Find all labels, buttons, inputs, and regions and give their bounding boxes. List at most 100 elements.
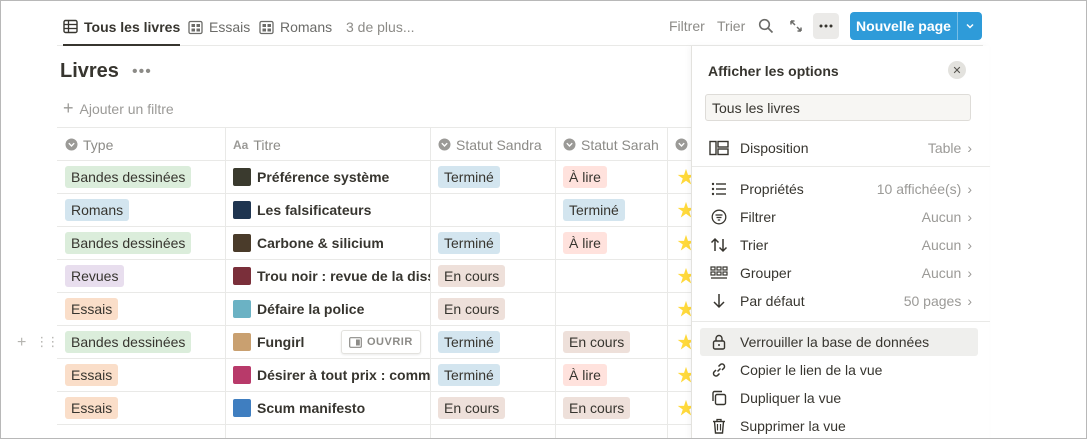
table-row[interactable]: Essais Scum manifesto En cours En cours: [57, 392, 697, 425]
table-row[interactable]: Bandes dessinées Préférence système Termin…: [57, 161, 697, 194]
select-property-icon: [65, 138, 78, 151]
book-cover-icon: [233, 168, 251, 186]
status-tag: En cours: [438, 298, 506, 320]
chevron-right-icon: ›: [967, 265, 972, 281]
new-page-dropdown[interactable]: [958, 12, 982, 40]
type-cell[interactable]: Essais: [65, 359, 223, 391]
option-label: Par défaut: [740, 293, 805, 309]
view-name-input[interactable]: [705, 94, 971, 121]
search-button[interactable]: [753, 13, 779, 39]
type-cell[interactable]: Romans: [65, 194, 223, 226]
select-property-icon: [438, 138, 451, 151]
title-cell[interactable]: Trou noir : revue de la dissidence: [225, 260, 430, 292]
type-tag: Revues: [65, 265, 125, 287]
new-page-button[interactable]: Nouvelle page: [850, 12, 982, 40]
action-lock[interactable]: Verrouiller la base de données: [700, 328, 978, 356]
text-property-icon: Aa: [233, 137, 249, 152]
title-cell[interactable]: Scum manifesto: [225, 392, 430, 424]
status-sandra-cell[interactable]: [438, 194, 553, 226]
tab-tous-les-livres[interactable]: Tous les livres: [63, 9, 181, 46]
add-row-icon[interactable]: +: [17, 334, 26, 352]
status-sarah-cell[interactable]: En cours: [563, 392, 665, 424]
drag-handle-icon[interactable]: ⋮⋮: [35, 334, 59, 352]
close-panel-button[interactable]: ✕: [948, 61, 966, 79]
tab-label: Tous les livres: [84, 18, 181, 35]
action-label: Copier le lien de la vue: [740, 362, 883, 378]
title-cell[interactable]: Préférence système: [225, 161, 430, 193]
status-sandra-cell[interactable]: En cours: [438, 260, 553, 292]
more-views-link[interactable]: 3 de plus...: [346, 9, 415, 45]
add-filter-button[interactable]: + Ajouter un filtre: [63, 98, 174, 119]
status-sarah-cell[interactable]: En cours: [563, 326, 665, 358]
status-tag: À lire: [563, 364, 607, 386]
filter-icon: [708, 206, 730, 228]
title-cell[interactable]: Désirer à tout prix : comment: [225, 359, 430, 391]
option-par-défaut[interactable]: Par défaut 50 pages ›: [700, 287, 978, 315]
option-value: Table: [927, 140, 962, 156]
chevron-down-icon: [966, 23, 974, 29]
option-value: Aucun: [921, 209, 962, 225]
action-link[interactable]: Copier le lien de la vue: [700, 356, 978, 384]
table-row[interactable]: Romans Les falsificateurs Terminé: [57, 194, 697, 227]
status-sarah-cell[interactable]: À lire: [563, 359, 665, 391]
status-tag: À lire: [563, 166, 607, 188]
book-cover-icon: [233, 399, 251, 417]
table-row[interactable]: Bandes dessinées Carbone & silicium Termin…: [57, 227, 697, 260]
book-title: Préférence système: [257, 169, 390, 185]
table-row[interactable]: Bandes dessinées Fungirl Terminé En cours OU…: [57, 326, 697, 359]
expand-button[interactable]: [783, 13, 809, 39]
status-sandra-cell[interactable]: En cours: [438, 392, 553, 424]
type-cell[interactable]: Essais: [65, 392, 223, 424]
sort-button[interactable]: Trier: [717, 9, 745, 43]
filter-button[interactable]: Filtrer: [669, 9, 705, 43]
status-tag: En cours: [438, 397, 506, 419]
action-duplicate[interactable]: Dupliquer la vue: [700, 384, 978, 412]
book-cover-icon: [233, 366, 251, 384]
title-options-icon[interactable]: •••: [132, 63, 152, 81]
option-trier[interactable]: Trier Aucun ›: [700, 231, 978, 259]
tab-essais[interactable]: Essais: [188, 9, 250, 45]
status-sandra-cell[interactable]: En cours: [438, 293, 553, 325]
status-sarah-cell[interactable]: [563, 293, 665, 325]
type-cell[interactable]: Essais: [65, 293, 223, 325]
option-grouper[interactable]: Grouper Aucun ›: [700, 259, 978, 287]
open-label: OUVRIR: [367, 336, 413, 348]
title-cell[interactable]: Carbone & silicium: [225, 227, 430, 259]
tab-romans[interactable]: Romans: [259, 9, 332, 45]
book-title: Les falsificateurs: [257, 202, 372, 218]
status-sarah-cell[interactable]: Terminé: [563, 194, 665, 226]
status-sarah-cell[interactable]: À lire: [563, 161, 665, 193]
column-titre[interactable]: Aa Titre: [225, 128, 430, 161]
status-sandra-cell[interactable]: Terminé: [438, 227, 553, 259]
title-cell[interactable]: Défaire la police: [225, 293, 430, 325]
book-title: Carbone & silicium: [257, 235, 384, 251]
open-page-button[interactable]: OUVRIR: [341, 330, 421, 354]
database-title[interactable]: Livres: [60, 60, 119, 83]
status-tag: Terminé: [438, 166, 500, 188]
column-statut-sandra[interactable]: Statut Sandra: [430, 128, 555, 161]
arrow-down-icon: [708, 290, 730, 312]
type-cell[interactable]: Bandes dessinées: [65, 227, 223, 259]
type-tag: Bandes dessinées: [65, 166, 192, 188]
option-propriétés[interactable]: Propriétés 10 affichée(s) ›: [700, 175, 978, 203]
status-sarah-cell[interactable]: [563, 260, 665, 292]
option-filtrer[interactable]: Filtrer Aucun ›: [700, 203, 978, 231]
table-row[interactable]: Revues Trou noir : revue de la dissidence…: [57, 260, 697, 293]
status-sandra-cell[interactable]: Terminé: [438, 161, 553, 193]
title-cell[interactable]: Les falsificateurs: [225, 194, 430, 226]
column-statut-sarah[interactable]: Statut Sarah: [555, 128, 667, 161]
more-options-button[interactable]: [813, 13, 839, 39]
column-type[interactable]: Type: [57, 128, 225, 161]
type-cell[interactable]: Bandes dessinées: [65, 161, 223, 193]
book-cover-icon: [233, 267, 251, 285]
action-trash[interactable]: Supprimer la vue: [700, 412, 978, 438]
status-sarah-cell[interactable]: À lire: [563, 227, 665, 259]
table-row[interactable]: Essais Défaire la police En cours: [57, 293, 697, 326]
type-cell[interactable]: Revues: [65, 260, 223, 292]
status-sandra-cell[interactable]: Terminé: [438, 359, 553, 391]
table-row[interactable]: Essais Désirer à tout prix : comment Termi…: [57, 359, 697, 392]
type-cell[interactable]: Bandes dessinées: [65, 326, 223, 358]
row-handle[interactable]: + ⋮⋮: [17, 334, 59, 352]
status-sandra-cell[interactable]: Terminé: [438, 326, 553, 358]
option-disposition[interactable]: Disposition Table ›: [700, 134, 978, 162]
